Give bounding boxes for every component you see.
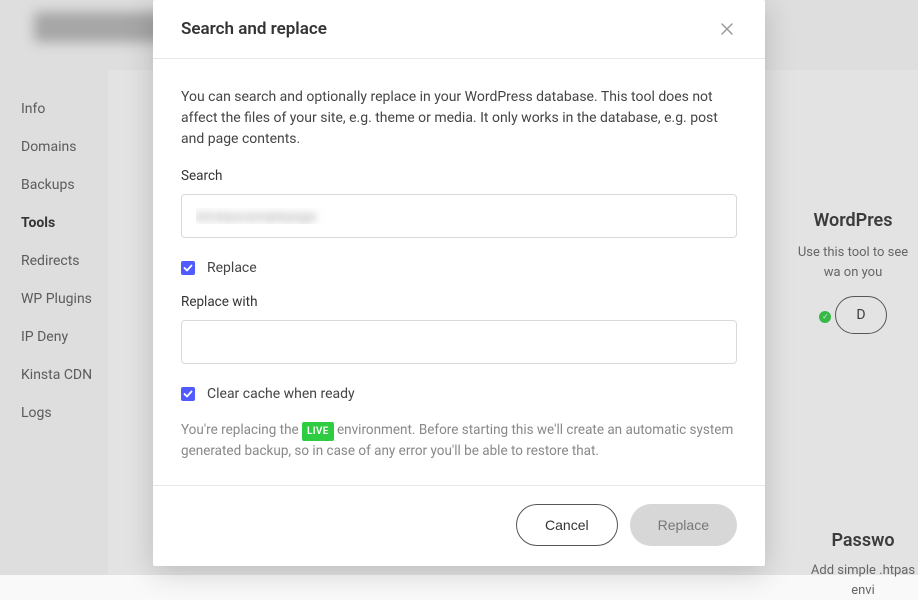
check-icon (183, 263, 193, 273)
clear-cache-checkbox-row[interactable]: Clear cache when ready (181, 386, 737, 402)
replace-checkbox-row[interactable]: Replace (181, 260, 737, 276)
clear-cache-checkbox[interactable] (181, 387, 195, 401)
replace-checkbox[interactable] (181, 261, 195, 275)
modal-header: Search and replace (153, 0, 765, 59)
search-input[interactable] (181, 194, 737, 238)
modal-title: Search and replace (181, 19, 327, 39)
cancel-button[interactable]: Cancel (516, 504, 618, 546)
modal-description: You can search and optionally replace in… (181, 87, 737, 150)
footnote: You're replacing the LIVE environment. B… (181, 420, 737, 461)
modal-body: You can search and optionally replace in… (153, 59, 765, 485)
close-button[interactable] (717, 19, 737, 39)
replace-with-input[interactable] (181, 320, 737, 364)
replace-button[interactable]: Replace (630, 504, 737, 546)
close-icon (721, 23, 733, 35)
live-badge: LIVE (302, 422, 334, 441)
search-label: Search (181, 168, 737, 184)
footnote-pre: You're replacing the (181, 422, 302, 438)
search-replace-modal: Search and replace You can search and op… (153, 0, 765, 566)
clear-cache-checkbox-label: Clear cache when ready (207, 386, 355, 402)
check-icon (183, 389, 193, 399)
replace-with-label: Replace with (181, 294, 737, 310)
replace-checkbox-label: Replace (207, 260, 257, 276)
modal-footer: Cancel Replace (153, 485, 765, 566)
